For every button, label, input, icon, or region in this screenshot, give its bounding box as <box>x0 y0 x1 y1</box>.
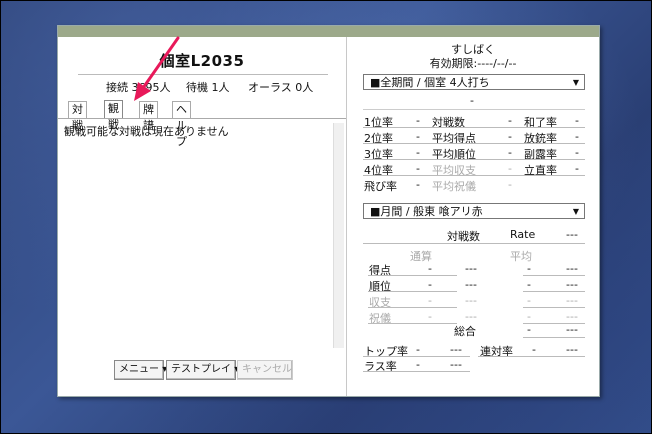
row-value: - <box>527 262 531 275</box>
last-rate-value: --- <box>450 358 462 371</box>
row-line <box>363 243 585 244</box>
stat-value: - <box>416 162 420 175</box>
row-value: - <box>428 310 432 323</box>
last-rate-value: - <box>416 358 420 371</box>
top-rate-value: --- <box>450 343 462 356</box>
row-value: --- <box>566 310 578 323</box>
top-rate-value: - <box>416 343 420 356</box>
stat-value: - <box>575 162 579 175</box>
stat-value: - <box>416 146 420 159</box>
row-value: - <box>428 262 432 275</box>
tab-play[interactable]: 対戦 <box>68 101 87 132</box>
row-value: --- <box>566 294 578 307</box>
row-line <box>523 307 585 308</box>
row-value: - <box>428 294 432 307</box>
stat-value: - <box>575 130 579 143</box>
rate-value: --- <box>566 228 578 241</box>
stat-value: - <box>508 162 512 175</box>
row-value: - <box>527 278 531 291</box>
row-line <box>363 371 470 372</box>
row-value: --- <box>465 294 477 307</box>
row-line <box>368 323 457 324</box>
stat-value: - <box>416 178 420 191</box>
watch-list: 観戦可能な対戦は現在ありません <box>64 123 332 348</box>
row-line <box>523 275 585 276</box>
row-line <box>363 159 585 160</box>
row-value: --- <box>465 310 477 323</box>
row-value: - <box>527 294 531 307</box>
stat-value: - <box>575 114 579 127</box>
pane-divider <box>346 37 347 396</box>
tab-underline <box>58 118 346 119</box>
all-last-count: オーラス 0人 <box>248 81 314 94</box>
overall-value: --- <box>566 323 578 336</box>
tab-help[interactable]: ヘルプ <box>172 101 191 148</box>
row-line <box>363 143 585 144</box>
period-select[interactable]: ■全期間 / 個室 4人打ち ▼ <box>363 74 585 90</box>
row-value: - <box>527 310 531 323</box>
lobby-stats: 接続 3695人 待機 1人 オーラス 0人 <box>78 74 328 94</box>
stat-value: - <box>508 114 512 127</box>
room-title: 個室L2035 <box>159 52 245 70</box>
streak-rate-value: --- <box>566 343 578 356</box>
stat-label: 飛び率 <box>364 180 397 193</box>
menu-button[interactable]: メニュー ▾ <box>114 360 167 380</box>
expiry-date: 有効期限:----/--/-- <box>429 57 517 70</box>
row-line <box>363 127 585 128</box>
stat-value: - <box>508 178 512 191</box>
overall-label: 総合 <box>454 325 476 338</box>
test-play-button[interactable]: テストプレイ ▾ <box>166 360 239 380</box>
tab-watch[interactable]: 観戦 <box>104 100 123 131</box>
row-line <box>368 275 457 276</box>
stat-label: 平均祝儀 <box>432 180 476 193</box>
watch-list-scrollbar[interactable] <box>333 123 344 348</box>
streak-rate-value: - <box>532 343 536 356</box>
connections-count: 接続 3695人 <box>106 81 171 94</box>
dropdown-arrow-icon: ▼ <box>572 78 579 87</box>
window-title-bar <box>58 26 599 37</box>
row-line <box>523 337 585 338</box>
tab-replays[interactable]: 牌譜 <box>139 101 158 132</box>
row-value: --- <box>566 262 578 275</box>
overall-value: - <box>527 323 531 336</box>
row-value: --- <box>465 262 477 275</box>
summary-dash: - <box>470 94 474 107</box>
rate-label: Rate <box>510 228 536 241</box>
games-label: 対戦数 <box>447 230 480 243</box>
stat-value: - <box>508 146 512 159</box>
row-line <box>368 291 457 292</box>
row-line <box>478 356 585 357</box>
stat-value: - <box>575 146 579 159</box>
lobby-window: 個室L2035 接続 3695人 待機 1人 オーラス 0人 対戦 観戦 牌譜 … <box>57 25 600 397</box>
monthly-select[interactable]: ■月間 / 般東 喰アリ赤 ▼ <box>363 203 585 219</box>
empty-message: 観戦可能な対戦は現在ありません <box>64 125 229 138</box>
row-line <box>523 291 585 292</box>
row-line <box>363 356 470 357</box>
dropdown-arrow-icon: ▼ <box>572 207 579 216</box>
cancel-button[interactable]: キャンセル <box>237 360 293 380</box>
row-line <box>368 307 457 308</box>
stat-value: - <box>416 114 420 127</box>
row-value: - <box>428 278 432 291</box>
stat-value: - <box>508 130 512 143</box>
row-value: --- <box>465 278 477 291</box>
waiting-count: 待機 1人 <box>186 81 230 94</box>
row-line <box>363 175 585 176</box>
separator <box>363 109 585 110</box>
stat-value: - <box>416 130 420 143</box>
row-value: --- <box>566 278 578 291</box>
